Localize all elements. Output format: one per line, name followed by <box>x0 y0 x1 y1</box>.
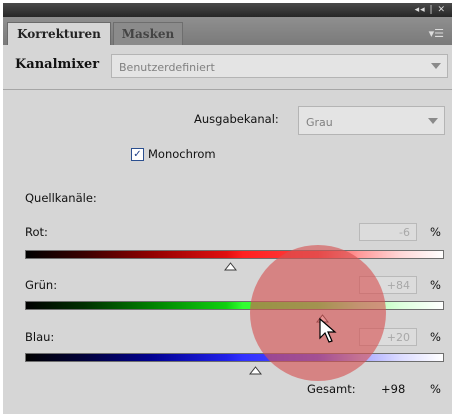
output-channel-dropdown[interactable]: Grau <box>298 106 445 135</box>
green-channel-label: Grün: <box>25 278 58 292</box>
slider-triangle-icon <box>249 366 263 375</box>
total-percent-label: % <box>430 382 441 396</box>
total-label: Gesamt: <box>307 382 356 396</box>
blue-channel-label: Blau: <box>25 330 55 344</box>
preset-dropdown[interactable]: Benutzerdefiniert <box>111 54 448 78</box>
window-controls[interactable]: ◂◂ | ✕ <box>415 3 446 17</box>
preset-value: Benutzerdefiniert <box>119 61 215 74</box>
monochrome-label[interactable]: Monochrom <box>148 147 216 161</box>
tab-bar: Korrekturen Masken ▾☰ <box>3 17 452 46</box>
panel-header: Kanalmixer Benutzerdefiniert <box>3 45 452 90</box>
red-slider-track[interactable] <box>25 250 444 259</box>
slider-triangle-icon <box>224 262 238 271</box>
chevron-down-icon <box>428 118 438 124</box>
green-percent-label: % <box>430 278 441 292</box>
tab-korrekturen[interactable]: Korrekturen <box>7 22 111 46</box>
red-percent-label: % <box>430 225 441 239</box>
monochrome-checkbox[interactable]: ✓ <box>131 148 144 161</box>
panel-menu-icon[interactable]: ▾☰ <box>429 27 444 40</box>
click-highlight <box>250 245 386 381</box>
panel-titlebar: ◂◂ | ✕ <box>3 3 452 17</box>
chevron-down-icon <box>431 63 441 69</box>
panel-title: Kanalmixer <box>15 57 100 72</box>
red-value-field[interactable]: -6 <box>359 223 417 241</box>
channel-mixer-panel: Kanalmixer Benutzerdefiniert Ausgabekana… <box>3 45 452 414</box>
total-value: +98 <box>381 382 406 396</box>
mouse-cursor-icon <box>319 317 337 343</box>
red-channel-label: Rot: <box>25 225 48 239</box>
output-channel-value: Grau <box>306 116 333 129</box>
blue-percent-label: % <box>430 330 441 344</box>
source-channels-label: Quellkanäle: <box>25 191 97 205</box>
tab-masken[interactable]: Masken <box>113 22 183 46</box>
blue-slider-track[interactable] <box>25 353 444 362</box>
output-channel-label: Ausgabekanal: <box>194 112 279 126</box>
adjustments-panel-window: ◂◂ | ✕ Korrekturen Masken ▾☰ Kanalmixer … <box>0 0 455 414</box>
